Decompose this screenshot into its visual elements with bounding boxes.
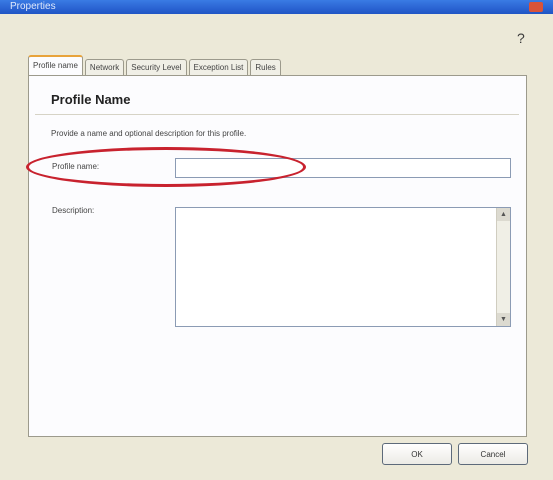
window-titlebar[interactable]: Properties (0, 0, 553, 14)
tab-security-level[interactable]: Security Level (126, 59, 187, 75)
tab-strip: Profile name Network Security Level Exce… (28, 55, 283, 75)
profile-name-label: Profile name: (52, 162, 100, 171)
cancel-button[interactable]: Cancel (458, 443, 528, 465)
panel-description: Provide a name and optional description … (51, 129, 247, 138)
description-label: Description: (52, 206, 95, 215)
tab-panel: Profile Name Provide a name and optional… (28, 75, 527, 437)
description-textarea[interactable]: ▲ ▼ (175, 207, 511, 327)
profile-name-input[interactable] (175, 158, 511, 178)
scroll-down-icon[interactable]: ▼ (497, 313, 510, 326)
scroll-up-icon[interactable]: ▲ (497, 208, 510, 221)
close-icon[interactable] (529, 2, 543, 12)
profile-properties-dialog: Properties ? Profile name Network Securi… (0, 0, 553, 480)
window-title: Properties (10, 1, 56, 12)
tab-rules[interactable]: Rules (250, 59, 281, 75)
heading-divider (35, 114, 519, 115)
tab-profile-name[interactable]: Profile name (28, 55, 83, 75)
panel-heading: Profile Name (51, 92, 131, 107)
help-icon[interactable]: ? (517, 30, 525, 46)
description-scrollbar[interactable]: ▲ ▼ (496, 208, 510, 326)
tab-network[interactable]: Network (84, 59, 125, 75)
tab-exception-list[interactable]: Exception List (188, 59, 249, 75)
ok-button[interactable]: OK (382, 443, 452, 465)
